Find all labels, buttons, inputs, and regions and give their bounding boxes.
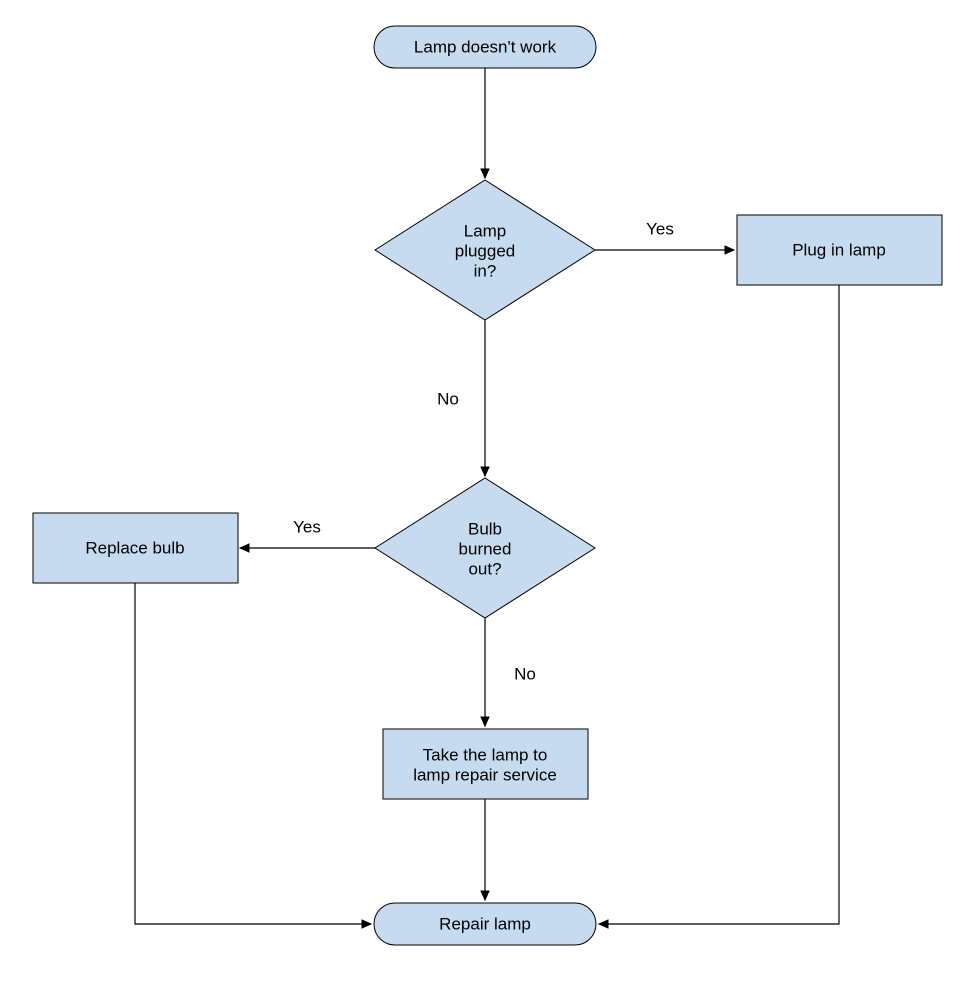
node-plugged-line3: in? bbox=[474, 261, 497, 280]
node-replace: Replace bulb bbox=[33, 513, 238, 583]
edge-replace-end bbox=[135, 583, 371, 924]
node-burned-line1: Bulb bbox=[468, 519, 502, 538]
node-repair-service: Take the lamp to lamp repair service bbox=[383, 729, 588, 799]
label-plugged-no: No bbox=[437, 389, 459, 408]
label-burned-yes: Yes bbox=[293, 517, 321, 536]
node-plugged-line1: Lamp bbox=[464, 221, 507, 240]
node-burned-line2: burned bbox=[459, 539, 512, 558]
node-plugged: Lamp plugged in? bbox=[375, 180, 595, 320]
flowchart-canvas: Lamp doesn't work Lamp plugged in? Yes P… bbox=[0, 0, 967, 998]
node-end-label: Repair lamp bbox=[439, 914, 531, 933]
node-replace-label: Replace bulb bbox=[85, 538, 184, 557]
node-plugin-label: Plug in lamp bbox=[792, 240, 886, 259]
node-repair-service-line2: lamp repair service bbox=[413, 765, 557, 784]
node-burned-line3: out? bbox=[468, 559, 501, 578]
node-end: Repair lamp bbox=[374, 903, 596, 945]
node-plugged-line2: plugged bbox=[455, 241, 516, 260]
node-repair-service-line1: Take the lamp to bbox=[423, 745, 548, 764]
label-plugged-yes: Yes bbox=[646, 219, 674, 238]
node-start: Lamp doesn't work bbox=[374, 26, 596, 68]
node-plugin: Plug in lamp bbox=[737, 215, 942, 285]
node-start-label: Lamp doesn't work bbox=[414, 37, 557, 56]
label-burned-no: No bbox=[514, 664, 536, 683]
edge-plugin-end bbox=[599, 285, 839, 924]
node-burned: Bulb burned out? bbox=[375, 478, 595, 618]
